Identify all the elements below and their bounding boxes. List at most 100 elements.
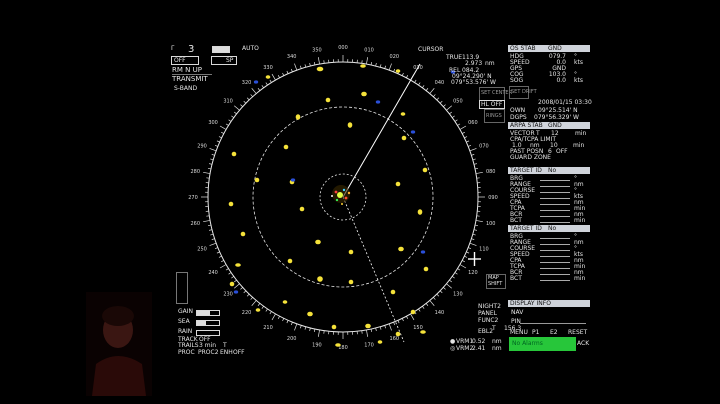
bearing-label: 170 bbox=[364, 343, 374, 349]
map-shift-label: MAP SHIFT bbox=[488, 275, 503, 287]
auto-label[interactable]: AUTO bbox=[242, 45, 259, 52]
reset-button[interactable]: RESET bbox=[568, 329, 587, 336]
transmit-status[interactable]: TRANSMIT bbox=[172, 75, 208, 83]
bearing-label: 120 bbox=[468, 270, 478, 276]
bearing-tick bbox=[366, 329, 369, 337]
bearing-label: 010 bbox=[364, 47, 374, 53]
echo-blob bbox=[360, 64, 366, 68]
echo-blob-blue bbox=[420, 250, 426, 254]
target2-header: TARGET ID No bbox=[508, 225, 590, 232]
bearing-tick bbox=[251, 87, 257, 94]
nav-label[interactable]: NAV bbox=[511, 309, 523, 316]
guard-zone-label[interactable]: GUARD ZONE bbox=[510, 154, 551, 161]
bearing-tick bbox=[429, 300, 435, 307]
vrm2-label[interactable]: VRM2 bbox=[456, 345, 473, 352]
bearing-label: 250 bbox=[197, 246, 207, 252]
vrm1-label[interactable]: VRM1 bbox=[456, 338, 473, 345]
sp-button[interactable]: SP bbox=[211, 56, 237, 65]
bearing-label: 110 bbox=[479, 246, 489, 252]
bearing-tick bbox=[388, 63, 392, 71]
cursor-range-value: 2.973 bbox=[465, 60, 483, 67]
orientation-mode[interactable]: RM N UP bbox=[172, 66, 202, 74]
bearing-label: 060 bbox=[468, 120, 478, 126]
ebl-value: 156.3 bbox=[504, 325, 522, 332]
gain-slider[interactable] bbox=[196, 310, 220, 316]
echo-blob bbox=[254, 177, 260, 183]
bearing-label: 070 bbox=[479, 144, 489, 150]
bearing-label: 080 bbox=[486, 169, 496, 175]
night-mode[interactable]: NIGHT2 bbox=[478, 303, 501, 310]
bearing-tick bbox=[459, 125, 467, 130]
row-unit: min bbox=[574, 217, 586, 224]
echo-blob bbox=[365, 323, 371, 329]
bearing-label: 200 bbox=[287, 336, 297, 342]
vector-unit: min bbox=[575, 130, 587, 137]
e2-button[interactable]: E2 bbox=[550, 329, 558, 336]
proc-value[interactable]: PROC2 bbox=[198, 349, 219, 356]
echo-blob bbox=[401, 135, 407, 141]
bearing-label: 130 bbox=[453, 291, 463, 297]
hl-off-label: HL OFF bbox=[481, 101, 503, 108]
echo-blob bbox=[317, 276, 323, 282]
set-drift-label: SET DRIFT bbox=[511, 89, 537, 95]
echo-blob bbox=[228, 201, 234, 207]
bearing-label: 330 bbox=[263, 65, 273, 71]
bearing-label: 040 bbox=[435, 80, 445, 86]
bearing-label: 240 bbox=[208, 270, 218, 276]
ebl-label[interactable]: EBL2 bbox=[478, 328, 493, 335]
echo-blob bbox=[398, 246, 404, 252]
bearing-label: 100 bbox=[486, 221, 496, 227]
set-drift-button[interactable]: SET DRIFT bbox=[509, 86, 537, 99]
row-key: SOG bbox=[510, 77, 524, 84]
dgps-label: DGPS bbox=[510, 114, 527, 121]
tcpa-unit: min bbox=[573, 142, 585, 149]
set-center-button[interactable]: SET CENTER bbox=[479, 87, 512, 101]
past-posn-state[interactable]: OFF bbox=[556, 148, 568, 155]
sp-label: SP bbox=[226, 57, 234, 64]
off-button[interactable]: OFF bbox=[171, 56, 199, 65]
panel-label[interactable]: PANEL bbox=[478, 310, 497, 317]
vrm2-toggle-icon[interactable]: ◎ bbox=[450, 345, 455, 352]
bearing-label: 090 bbox=[488, 195, 498, 201]
trails-value[interactable]: 3 min bbox=[199, 342, 216, 349]
bearing-tick bbox=[459, 264, 467, 269]
row-unit: min bbox=[574, 275, 586, 282]
func-label[interactable]: FUNC2 bbox=[478, 317, 498, 324]
rings-button[interactable]: RINGS bbox=[484, 109, 505, 123]
range-bracket-icon: Γ bbox=[171, 45, 175, 52]
trails-mode[interactable]: T bbox=[223, 342, 227, 349]
echo-blob-blue bbox=[233, 290, 239, 294]
radar-screen: 0000100200300400500600700800901001101201… bbox=[168, 42, 592, 359]
echo-blob-blue bbox=[253, 80, 259, 84]
display-info-header: DISPLAY INFO bbox=[508, 300, 590, 307]
bearing-label: 150 bbox=[413, 325, 423, 331]
bearing-tick bbox=[475, 220, 483, 223]
echo-blob bbox=[240, 231, 246, 237]
bearing-label: 310 bbox=[223, 99, 233, 105]
echo-blob bbox=[325, 97, 331, 103]
gain-bar[interactable] bbox=[212, 46, 230, 53]
bearing-label: 320 bbox=[242, 80, 252, 86]
vrm1-toggle-icon[interactable]: ● bbox=[450, 338, 455, 345]
echo-blob bbox=[420, 330, 426, 334]
echo-blob bbox=[282, 300, 288, 304]
bearing-label: 190 bbox=[312, 343, 322, 349]
echo-blob bbox=[299, 206, 305, 212]
bearing-label: 340 bbox=[287, 54, 297, 60]
range-box[interactable]: Γ 3 bbox=[171, 44, 209, 55]
row-field bbox=[540, 275, 570, 281]
echo-blob bbox=[307, 311, 313, 317]
hl-off-button[interactable]: HL OFF bbox=[479, 100, 505, 109]
map-shift-button[interactable]: MAP SHIFT bbox=[486, 274, 506, 289]
echo-blob bbox=[347, 122, 353, 128]
enh-value[interactable]: OFF bbox=[233, 349, 245, 356]
ack-button[interactable]: ACK bbox=[577, 340, 589, 347]
echo-blob-blue bbox=[375, 100, 381, 104]
bearing-tick bbox=[388, 323, 392, 331]
gain-label: GAIN bbox=[178, 308, 194, 315]
crosshair-cursor[interactable] bbox=[468, 252, 481, 266]
p1-button[interactable]: P1 bbox=[532, 329, 539, 336]
sea-slider[interactable] bbox=[196, 320, 220, 326]
bearing-tick bbox=[446, 283, 453, 289]
band-label: S-BAND bbox=[174, 85, 198, 92]
